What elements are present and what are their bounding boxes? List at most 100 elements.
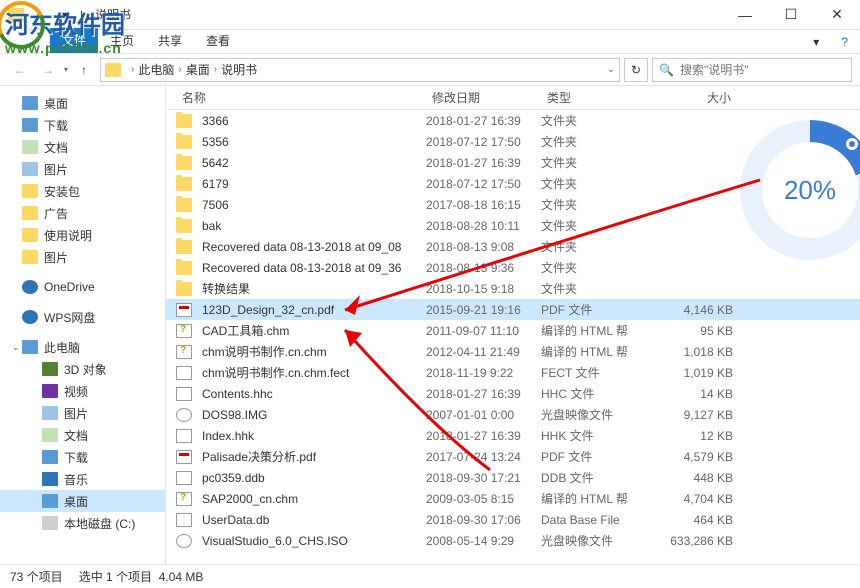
search-input[interactable] (680, 63, 845, 77)
breadcrumb-root[interactable]: 此电脑 (138, 61, 174, 78)
tree-label: 图片 (64, 405, 88, 422)
ribbon-help-icon[interactable]: ? (829, 31, 860, 53)
address-bar[interactable]: › 此电脑 › 桌面 › 说明书 ⌄ (100, 58, 620, 82)
tree-item[interactable]: 视频 (0, 380, 165, 402)
file-row[interactable]: DOS98.IMG2007-01-01 0:00光盘映像文件9,127 KB (166, 404, 860, 425)
file-row[interactable]: chm说明书制作.cn.chm2012-04-11 21:49编译的 HTML … (166, 341, 860, 362)
tree-item[interactable]: ⌄此电脑 (0, 336, 165, 358)
address-dropdown-icon[interactable]: ⌄ (607, 64, 615, 75)
folder-icon (176, 261, 192, 275)
tree-item[interactable]: 下载 (0, 446, 165, 468)
generic-icon (176, 513, 192, 527)
folder-icon (176, 177, 192, 191)
tree-label: 安装包 (44, 183, 80, 200)
navigation-pane[interactable]: 桌面下载文档图片安装包广告使用说明图片OneDriveWPS网盘⌄此电脑3D 对… (0, 86, 166, 564)
cloud-icon (22, 310, 38, 324)
file-row[interactable]: chm说明书制作.cn.chm.fect2018-11-19 9:22FECT … (166, 362, 860, 383)
tree-item[interactable]: WPS网盘 (0, 306, 165, 328)
column-date[interactable]: 修改日期 (426, 89, 541, 106)
file-row[interactable]: CAD工具箱.chm2011-09-07 11:10编译的 HTML 帮95 K… (166, 320, 860, 341)
file-date: 2018-08-13 9:36 (426, 261, 541, 275)
tree-item[interactable]: 广告 (0, 202, 165, 224)
history-dropdown-icon[interactable]: ▾ (64, 65, 68, 74)
column-size[interactable]: 大小 (651, 89, 751, 106)
breadcrumb-item[interactable]: 说明书 (221, 61, 257, 78)
file-type: 编译的 HTML 帮 (541, 343, 651, 360)
generic-icon (176, 387, 192, 401)
file-row[interactable]: UserData.db2018-09-30 17:06Data Base Fil… (166, 509, 860, 530)
download-icon (22, 118, 38, 132)
tree-label: 图片 (44, 249, 68, 266)
ribbon-tab-share[interactable]: 共享 (146, 28, 194, 53)
column-headers: 名称 修改日期 类型 大小 (166, 86, 860, 110)
file-name: CAD工具箱.chm (202, 322, 426, 339)
file-type: PDF 文件 (541, 301, 651, 318)
tree-item[interactable]: 下载 (0, 114, 165, 136)
tree-item[interactable]: 文档 (0, 424, 165, 446)
chevron-right-icon[interactable]: › (131, 64, 134, 75)
tree-item[interactable]: 音乐 (0, 468, 165, 490)
generic-icon (176, 366, 192, 380)
file-size: 4,704 KB (651, 492, 753, 506)
file-row[interactable]: Recovered data 08-13-2018 at 09_362018-0… (166, 257, 860, 278)
file-type: 光盘映像文件 (541, 532, 651, 549)
breadcrumb-item[interactable]: 桌面 (186, 61, 210, 78)
statusbar: 73 个项目 选中 1 个项目 4.04 MB (0, 564, 860, 588)
column-name[interactable]: 名称 (176, 89, 426, 106)
file-row[interactable]: Index.hhk2018-01-27 16:39HHK 文件12 KB (166, 425, 860, 446)
file-row[interactable]: 转换结果2018-10-15 9:18文件夹 (166, 278, 860, 299)
file-row[interactable]: pc0359.ddb2018-09-30 17:21DDB 文件448 KB (166, 467, 860, 488)
column-type[interactable]: 类型 (541, 89, 651, 106)
tree-item[interactable]: 图片 (0, 246, 165, 268)
tree-item[interactable]: 桌面 (0, 92, 165, 114)
refresh-button[interactable]: ↻ (624, 58, 648, 82)
ribbon-tab-view[interactable]: 查看 (194, 28, 242, 53)
file-type: HHC 文件 (541, 385, 651, 402)
file-row[interactable]: Contents.hhc2018-01-27 16:39HHC 文件14 KB (166, 383, 860, 404)
file-date: 2012-04-11 21:49 (426, 345, 541, 359)
forward-button[interactable]: → (36, 58, 60, 82)
file-size: 4,579 KB (651, 450, 753, 464)
tree-item[interactable]: 图片 (0, 158, 165, 180)
back-button[interactable]: ← (8, 58, 32, 82)
file-size: 12 KB (651, 429, 753, 443)
chm-icon (176, 345, 192, 359)
file-size: 9,127 KB (651, 408, 753, 422)
folder-icon (22, 184, 38, 198)
file-date: 2007-01-01 0:00 (426, 408, 541, 422)
file-row[interactable]: Palisade决策分析.pdf2017-07-24 13:24PDF 文件4,… (166, 446, 860, 467)
file-row[interactable]: SAP2000_cn.chm2009-03-05 8:15编译的 HTML 帮4… (166, 488, 860, 509)
file-name: chm说明书制作.cn.chm.fect (202, 364, 426, 381)
tree-item[interactable]: 图片 (0, 402, 165, 424)
minimize-button[interactable]: — (722, 0, 768, 30)
folder-icon (176, 219, 192, 233)
chevron-right-icon[interactable]: › (178, 64, 181, 75)
expand-icon[interactable]: ⌄ (12, 342, 22, 353)
tree-item[interactable]: 桌面 (0, 490, 165, 512)
file-row[interactable]: 123D_Design_32_cn.pdf2015-09-21 19:16PDF… (166, 299, 860, 320)
status-item-count: 73 个项目 (10, 568, 63, 585)
tree-item[interactable]: 3D 对象 (0, 358, 165, 380)
tree-label: 使用说明 (44, 227, 92, 244)
file-size: 95 KB (651, 324, 753, 338)
file-row[interactable]: VisualStudio_6.0_CHS.ISO2008-05-14 9:29光… (166, 530, 860, 551)
tree-item[interactable]: 文档 (0, 136, 165, 158)
tree-item[interactable]: 安装包 (0, 180, 165, 202)
search-box[interactable]: 🔍 (652, 58, 852, 82)
file-name: 转换结果 (202, 280, 426, 297)
tree-item[interactable]: 本地磁盘 (C:) (0, 512, 165, 534)
pdf-icon (176, 303, 192, 317)
chm-icon (176, 324, 192, 338)
chevron-right-icon[interactable]: › (214, 64, 217, 75)
desktop-icon (22, 96, 38, 110)
tree-item[interactable]: 使用说明 (0, 224, 165, 246)
maximize-button[interactable]: ☐ (768, 0, 814, 30)
up-button[interactable]: ↑ (72, 58, 96, 82)
ribbon-expand-icon[interactable]: ▾ (803, 31, 829, 53)
file-name: 123D_Design_32_cn.pdf (202, 303, 426, 317)
file-size: 1,019 KB (651, 366, 753, 380)
donut-chart: 20% (740, 120, 860, 260)
file-date: 2018-01-27 16:39 (426, 156, 541, 170)
tree-item[interactable]: OneDrive (0, 276, 165, 298)
close-button[interactable]: ✕ (814, 0, 860, 30)
